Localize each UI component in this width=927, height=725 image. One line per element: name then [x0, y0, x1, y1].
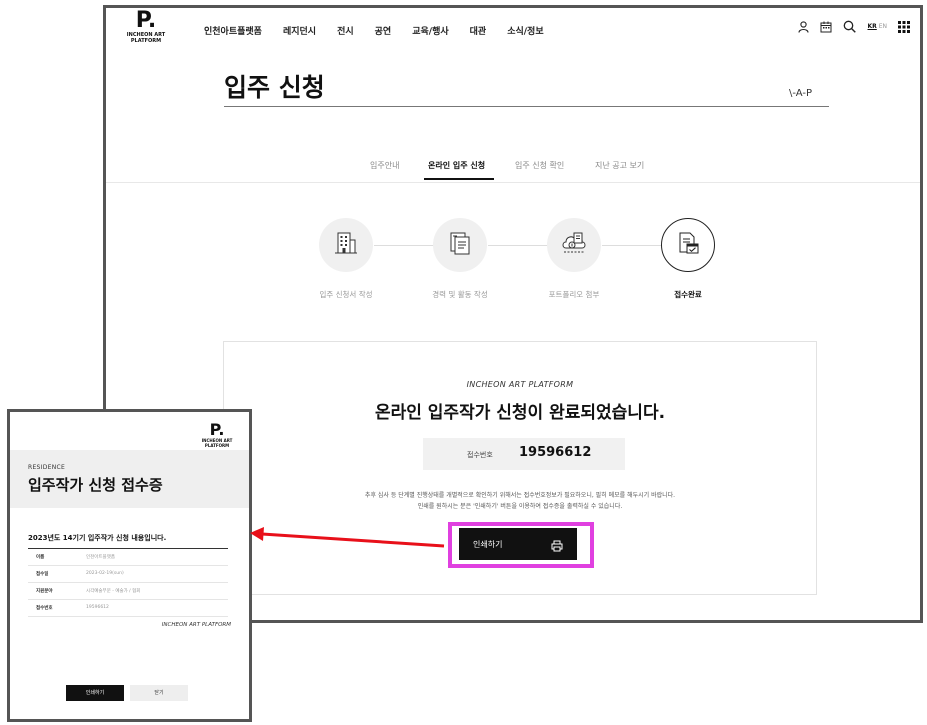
step-connector — [602, 245, 662, 246]
search-icon[interactable] — [843, 20, 856, 33]
title-side-mark: \-A-P — [789, 88, 813, 99]
step-3-circle — [547, 218, 601, 272]
nav-item-news[interactable]: 소식/정보 — [507, 24, 543, 37]
nav-item-education[interactable]: 교육/행사 — [412, 24, 448, 37]
sub-tabs: 입주안내 온라인 입주 신청 입주 신청 확인 지난 공고 보기 — [106, 160, 920, 182]
receipt-row-key: 이름 — [36, 555, 45, 560]
step-3-label: 포트폴리오 첨부 — [548, 290, 600, 299]
print-button[interactable]: 인쇄하기 — [459, 528, 577, 560]
tab-online-apply[interactable]: 온라인 입주 신청 — [428, 160, 485, 171]
completion-box: INCHEON ART PLATFORM 온라인 입주작가 신청이 완료되었습니… — [223, 341, 817, 595]
receipt-row-key: 접수일 — [36, 572, 49, 577]
receipt-row-value: 시각예술부문 - 예술가 / 협회 — [86, 589, 141, 594]
receipt-residence-label: RESIDENCE — [28, 464, 66, 471]
print-button-label: 인쇄하기 — [473, 540, 503, 549]
nav-item-exhibition[interactable]: 전시 — [337, 24, 354, 37]
completion-message: 온라인 입주작가 신청이 완료되었습니다. — [374, 403, 666, 423]
receipt-row: 지원분야 시각예술부문 - 예술가 / 협회 — [28, 583, 228, 600]
printer-icon — [551, 537, 563, 556]
receipt-print-button[interactable]: 인쇄하기 — [66, 685, 124, 701]
active-tab-indicator — [424, 178, 494, 180]
user-icon[interactable] — [797, 20, 809, 33]
receipt-popup: P. INCHEON ART PLATFORM RESIDENCE 입주작가 신… — [7, 409, 252, 722]
step-connector — [488, 245, 548, 246]
step-4-label: 접수완료 — [674, 290, 702, 299]
receipt-number-box: 접수번호 19596612 — [423, 438, 625, 470]
nav-item-residency[interactable]: 레지던시 — [283, 24, 316, 37]
document-list-icon — [447, 230, 473, 260]
cloud-upload-icon — [560, 230, 588, 260]
lang-en[interactable]: EN — [879, 23, 887, 30]
receipt-row: 접수일 2023-02-19(sun) — [28, 566, 228, 583]
receipt-header: RESIDENCE 입주작가 신청 접수증 — [10, 450, 249, 508]
notice-line-1: 추후 심사 등 단계별 진행상태를 개별적으로 확인하기 위해서는 접수번호정보… — [364, 492, 676, 499]
logo-mark: P. — [135, 8, 157, 33]
utility-menu: KR EN — [787, 20, 910, 33]
tab-check-apply[interactable]: 입주 신청 확인 — [515, 160, 564, 171]
receipt-subtitle: 2023년도 14기기 입주작가 신청 내용입니다. — [28, 534, 167, 542]
building-icon — [333, 230, 359, 260]
receipt-row-value: 2023-02-19(sun) — [86, 571, 124, 576]
receipt-row-key: 접수번호 — [36, 606, 53, 611]
receipt-logo: P. INCHEON ART PLATFORM — [197, 420, 237, 449]
notice-text: 추후 심사 등 단계별 진행상태를 개별적으로 확인하기 위해서는 접수번호정보… — [224, 490, 816, 512]
logo-mark: P. — [209, 420, 225, 439]
step-4-circle — [661, 218, 715, 272]
site-logo[interactable]: P. INCHEON ART PLATFORM — [116, 8, 176, 45]
language-switch[interactable]: KR EN — [868, 23, 887, 30]
receipt-number-label: 접수번호 — [467, 451, 493, 459]
receipt-close-button[interactable]: 닫기 — [130, 685, 188, 701]
tab-guide[interactable]: 입주안내 — [370, 160, 399, 171]
tabs-divider — [106, 182, 920, 183]
receipt-row-key: 지원분야 — [36, 589, 53, 594]
logo-text-line2: PLATFORM — [130, 38, 162, 44]
lang-kr[interactable]: KR — [868, 23, 877, 30]
tab-past-notices[interactable]: 지난 공고 보기 — [595, 160, 644, 171]
logo-text-line2: PLATFORM — [204, 443, 230, 448]
receipt-brand: INCHEON ART PLATFORM — [161, 622, 231, 628]
page-title: 입주 신청 — [224, 73, 325, 102]
receipt-title: 입주작가 신청 접수증 — [28, 476, 163, 494]
receipt-row: 접수번호 19596612 — [28, 600, 228, 617]
receipt-row-value: 19596612 — [86, 605, 109, 610]
notice-line-2: 인쇄를 원하시는 분은 '인쇄하기' 버튼을 이용하여 접수증을 출력하실 수 … — [417, 503, 623, 510]
step-connector — [374, 245, 434, 246]
nav-item-platform[interactable]: 인천아트플랫폼 — [204, 24, 262, 37]
step-2-circle — [433, 218, 487, 272]
calendar-icon[interactable] — [820, 21, 832, 33]
header: P. INCHEON ART PLATFORM 인천아트플랫폼 레지던시 전시 … — [106, 8, 920, 48]
step-2-label: 경력 및 활동 작성 — [432, 290, 488, 299]
nav-item-rental[interactable]: 대관 — [470, 24, 487, 37]
nav-item-performance[interactable]: 공연 — [375, 24, 392, 37]
title-divider — [224, 106, 829, 107]
receipt-row: 이름 인천아트플랫폼 — [28, 549, 228, 566]
brand-line: INCHEON ART PLATFORM — [466, 380, 574, 389]
main-nav: 인천아트플랫폼 레지던시 전시 공연 교육/행사 대관 소식/정보 — [204, 24, 565, 37]
grid-menu-icon[interactable] — [898, 20, 910, 33]
document-check-icon — [675, 230, 701, 260]
step-1-circle — [319, 218, 373, 272]
step-1-label: 입주 신청서 작성 — [319, 290, 373, 299]
receipt-number-value: 19596612 — [519, 445, 592, 460]
receipt-row-value: 인천아트플랫폼 — [86, 555, 115, 560]
